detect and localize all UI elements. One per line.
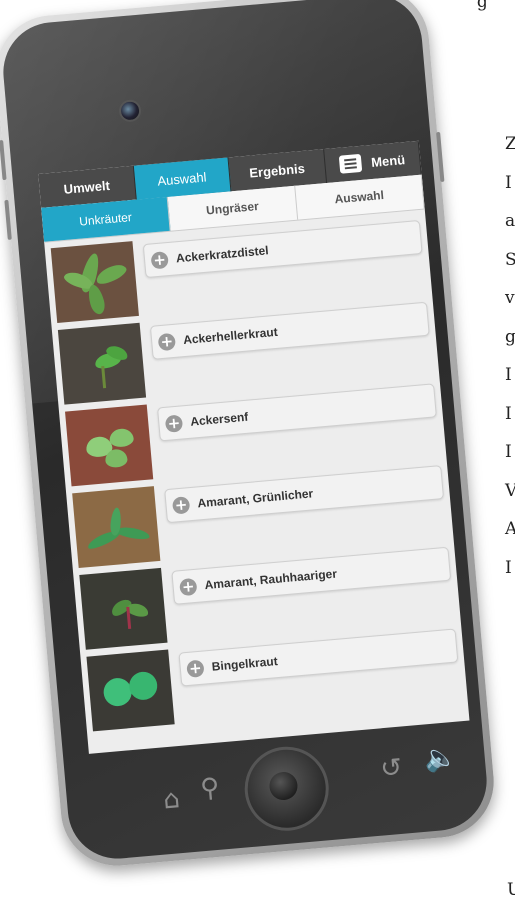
- plus-icon: +: [150, 250, 169, 270]
- plant-thumbnail: [86, 649, 175, 732]
- plus-icon: +: [186, 658, 205, 678]
- plant-thumbnail: [65, 404, 154, 487]
- home-button[interactable]: [241, 743, 333, 835]
- app-screen: Umwelt Auswahl Ergebnis Menü Unkräuter U…: [38, 140, 470, 754]
- weed-list: + Ackerkratzdistel + Ackerhellerkraut + …: [44, 210, 468, 735]
- plus-icon: +: [164, 413, 184, 433]
- phone-body: Umwelt Auswahl Ergebnis Menü Unkräuter U…: [0, 0, 491, 863]
- search-icon[interactable]: ⚲: [199, 773, 221, 805]
- home-icon[interactable]: ⌂: [162, 784, 181, 815]
- plant-thumbnail: [72, 486, 161, 569]
- item-label: Bingelkraut: [211, 654, 279, 674]
- right-text-column: Z I a S v g I I I V A I: [505, 134, 515, 578]
- plant-thumbnail: [50, 241, 139, 323]
- item-label: Ackerhellerkraut: [182, 324, 279, 348]
- plus-icon: +: [157, 331, 177, 351]
- smartphone: Umwelt Auswahl Ergebnis Menü Unkräuter U…: [0, 0, 499, 871]
- plant-thumbnail: [79, 567, 168, 650]
- plus-icon: +: [179, 577, 198, 596]
- back-icon[interactable]: ↺: [379, 753, 403, 785]
- hamburger-menu-icon: [338, 153, 363, 174]
- plus-icon: +: [171, 495, 191, 515]
- page-text-fragment-bottom: U: [507, 880, 515, 900]
- front-camera-icon: [118, 98, 142, 123]
- item-label: Ackerkratzdistel: [175, 243, 270, 266]
- home-button-center: [268, 770, 299, 802]
- volume-icon[interactable]: 🔈: [423, 742, 458, 775]
- menu-label: Menü: [370, 151, 406, 170]
- item-label: Amarant, Rauhhaariger: [204, 566, 338, 593]
- plant-thumbnail: [57, 322, 147, 405]
- item-label: Amarant, Grünlicher: [196, 486, 314, 511]
- item-label: Ackersenf: [189, 409, 249, 429]
